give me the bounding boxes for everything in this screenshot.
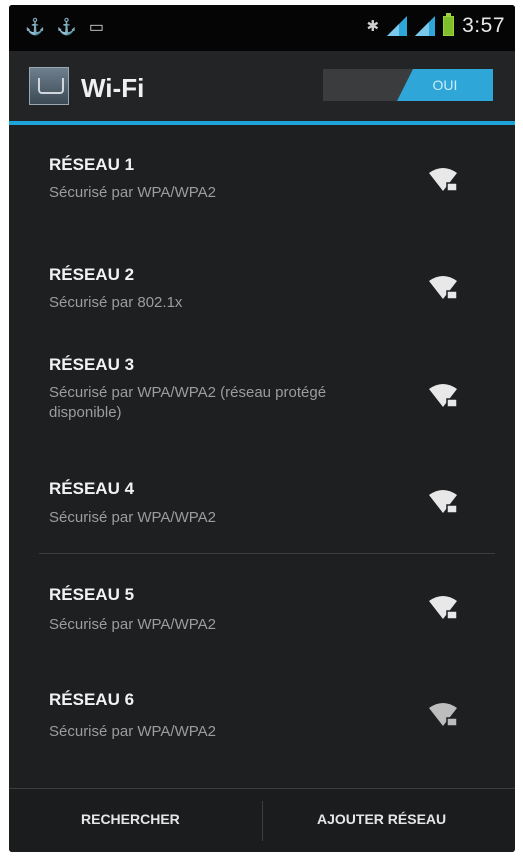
network-item-4[interactable]: RÉSEAU 4 Sécurisé par WPA/WPA2 — [9, 445, 515, 550]
bottom-action-bar: RECHERCHER AJOUTER RÉSEAU — [9, 788, 515, 852]
wifi-lock-icon — [429, 384, 458, 408]
phone-screen: ⚓ ⚓ ▭ ✱ 3:57 Wi-Fi OUI RÉSEAU 1 Sécurisé… — [9, 5, 515, 852]
network-item-1[interactable]: RÉSEAU 1 Sécurisé par WPA/WPA2 — [9, 125, 515, 235]
usb-icon: ⚓ — [56, 19, 77, 36]
network-item-2[interactable]: RÉSEAU 2 Sécurisé par 802.1x — [9, 235, 515, 325]
network-name: RÉSEAU 5 — [49, 585, 135, 604]
wifi-settings-icon[interactable] — [29, 67, 69, 105]
network-security: Sécurisé par WPA/WPA2 — [49, 723, 216, 740]
network-item-5[interactable]: RÉSEAU 5 Sécurisé par WPA/WPA2 — [9, 555, 515, 660]
clock: 3:57 — [462, 14, 505, 37]
wifi-lock-icon — [429, 276, 458, 300]
network-item-6[interactable]: RÉSEAU 6 Sécurisé par WPA/WPA2 — [9, 660, 515, 770]
add-network-button[interactable]: AJOUTER RÉSEAU — [317, 811, 446, 827]
signal-icon — [415, 16, 436, 36]
network-security: Sécurisé par WPA/WPA2 — [49, 184, 216, 201]
wifi-toggle-on-label: OUI — [397, 69, 493, 101]
wifi-lock-icon — [429, 168, 458, 192]
button-divider — [262, 801, 263, 841]
network-name: RÉSEAU 4 — [49, 479, 135, 498]
system-icons: ✱ 3:57 — [366, 13, 505, 38]
wifi-toggle[interactable]: OUI — [323, 69, 493, 101]
signal-icon — [387, 16, 408, 36]
network-name: RÉSEAU 3 — [49, 355, 135, 374]
image-icon: ▭ — [88, 19, 104, 36]
search-networks-button[interactable]: RECHERCHER — [81, 811, 180, 827]
network-item-3[interactable]: RÉSEAU 3 Sécurisé par WPA/WPA2 (réseau p… — [9, 325, 515, 445]
notification-icons: ⚓ ⚓ ▭ — [25, 17, 104, 37]
network-security: Sécurisé par WPA/WPA2 — [49, 616, 216, 633]
status-bar: ⚓ ⚓ ▭ ✱ 3:57 — [9, 5, 515, 51]
network-name: RÉSEAU 6 — [49, 690, 135, 709]
network-security: Sécurisé par 802.1x — [49, 294, 183, 311]
wifi-lock-icon — [429, 703, 458, 727]
action-bar: Wi-Fi OUI — [9, 51, 515, 121]
network-security: Sécurisé par WPA/WPA2 — [49, 509, 216, 526]
bluetooth-icon: ✱ — [366, 18, 380, 35]
network-name: RÉSEAU 1 — [49, 155, 135, 174]
page-title: Wi-Fi — [81, 73, 145, 103]
network-security: Sécurisé par WPA/WPA2 (réseau protégé di… — [49, 384, 327, 421]
network-name: RÉSEAU 2 — [49, 265, 135, 284]
wifi-lock-icon — [429, 596, 458, 620]
wifi-lock-icon — [429, 490, 458, 514]
list-divider — [39, 553, 495, 554]
battery-icon — [443, 13, 455, 36]
usb-icon: ⚓ — [25, 19, 45, 36]
